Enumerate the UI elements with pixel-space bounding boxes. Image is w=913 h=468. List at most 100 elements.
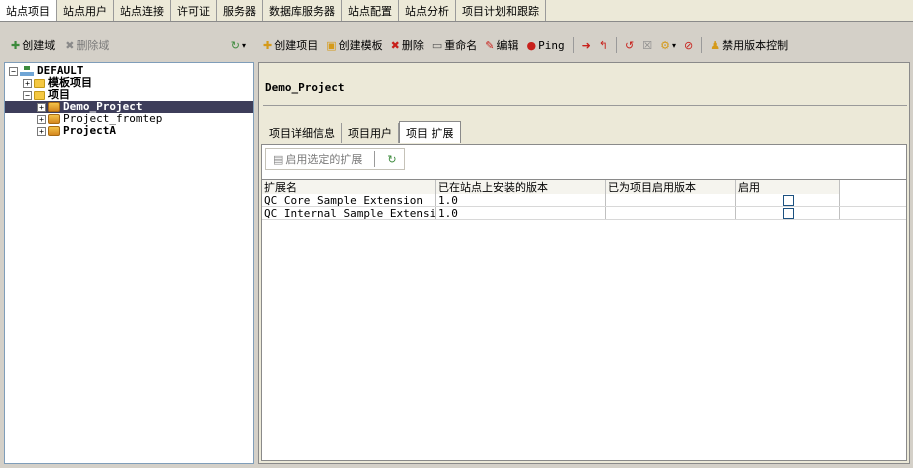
checkbox-icon: ☒	[642, 38, 653, 52]
installed-version: 1.0	[436, 194, 606, 206]
project-tree: − DEFAULT + 模板项目 − 项目 + Demo_Project + P…	[4, 62, 254, 464]
expand-icon[interactable]: +	[37, 102, 46, 112]
tree-node-template-projects[interactable]: + 模板项目	[5, 77, 253, 89]
table-header: 扩展名 已在站点上安装的版本 已为项目启用版本 启用	[262, 180, 906, 194]
domain-icon	[20, 66, 34, 76]
enable-cell	[736, 207, 840, 219]
delete-domain-icon: ✖	[65, 38, 75, 52]
extensions-panel: ▤ 启用选定的扩展 ↻ 扩展名 已在站点上安装的版本 已为项目启用版本 启用 Q…	[261, 144, 907, 461]
column-header[interactable]: 启用	[736, 180, 840, 194]
checkbox-toggle-button[interactable]: ☒	[639, 35, 655, 55]
tab-site-projects[interactable]: 站点项目	[0, 0, 57, 21]
create-domain-icon: ✚	[11, 38, 21, 52]
column-header[interactable]: 已为项目启用版本	[606, 180, 736, 194]
pencil-icon: ✎	[485, 38, 495, 52]
project-toolbar: ✚ 创建项目 ▣ 创建模板 ✖ 删除 ▭ 重命名 ✎ 编辑 ● Ping ➜ ↰…	[258, 32, 910, 58]
tab-site-config[interactable]: 站点配置	[342, 0, 399, 21]
project-icon	[48, 114, 60, 124]
undo-icon: ↺	[625, 38, 635, 52]
rename-icon: ▭	[431, 38, 443, 52]
delete-button[interactable]: ✖ 删除	[388, 35, 427, 55]
enable-checkbox[interactable]	[783, 207, 794, 219]
column-header[interactable]: 扩展名	[262, 180, 436, 194]
create-project-label: 创建项目	[274, 39, 319, 52]
edit-button[interactable]: ✎ 编辑	[482, 35, 521, 55]
chevron-down-icon: ▾	[671, 40, 676, 50]
disable-version-control-button[interactable]: ♟ 禁用版本控制	[707, 35, 791, 55]
refresh-icon: ↻	[387, 152, 397, 166]
folder-icon	[34, 78, 45, 88]
tab-licenses[interactable]: 许可证	[171, 0, 217, 21]
tab-site-analysis[interactable]: 站点分析	[399, 0, 456, 21]
divider	[263, 105, 907, 106]
tab-project-details[interactable]: 项目详细信息	[263, 123, 342, 143]
back-button[interactable]: ↰	[596, 35, 611, 55]
arrow-right-icon: ➜	[581, 38, 591, 52]
tab-db-servers[interactable]: 数据库服务器	[263, 0, 342, 21]
tab-site-users[interactable]: 站点用户	[57, 0, 114, 21]
tab-project-planning[interactable]: 项目计划和跟踪	[456, 0, 546, 21]
rename-label: 重命名	[444, 39, 478, 52]
enabled-version	[606, 194, 736, 206]
tree-node-projecta[interactable]: + ProjectA	[5, 125, 253, 137]
collapse-icon[interactable]: −	[9, 66, 18, 76]
extension-name: QC Internal Sample Extension	[264, 207, 436, 219]
delete-icon: ✖	[390, 38, 400, 52]
project-icon	[48, 126, 60, 136]
tree-node-default[interactable]: − DEFAULT	[5, 65, 253, 77]
enable-checkbox[interactable]	[783, 194, 794, 206]
tab-site-connections[interactable]: 站点连接	[114, 0, 171, 21]
tree-node-project-fromtep[interactable]: + Project_fromtep	[5, 113, 253, 125]
extension-icon: ▤	[273, 152, 284, 166]
expand-icon[interactable]: +	[37, 126, 46, 136]
create-domain-button[interactable]: ✚ 创建域	[8, 35, 58, 55]
edit-label: 编辑	[496, 39, 519, 52]
refresh-button[interactable]: ↻	[384, 149, 399, 169]
folder-open-icon	[34, 90, 45, 100]
ping-button[interactable]: ● Ping	[523, 35, 567, 55]
table-row[interactable]: QC Core Sample Extension 1.0	[262, 194, 906, 207]
chevron-down-icon: ▾	[241, 40, 246, 50]
create-project-button[interactable]: ✚ 创建项目	[260, 35, 321, 55]
ping-icon: ●	[526, 38, 537, 52]
user-lock-icon: ♟	[710, 38, 721, 52]
tools-icon: ⚙	[660, 38, 670, 52]
ping-label: Ping	[538, 38, 565, 52]
table-row[interactable]: QC Internal Sample Extension 1.0	[262, 207, 906, 220]
toolbar-separator	[616, 37, 618, 53]
extensions-toolbar: ▤ 启用选定的扩展 ↻	[265, 148, 405, 170]
refresh-dropdown-button[interactable]: ↻ ▾	[228, 35, 249, 55]
enable-selected-label: 启用选定的扩展	[285, 153, 363, 166]
top-tab-strip: 站点项目 站点用户 站点连接 许可证 服务器 数据库服务器 站点配置 站点分析 …	[0, 0, 913, 22]
toolbar-separator	[572, 37, 574, 53]
extension-name: QC Core Sample Extension	[262, 194, 436, 206]
tab-servers[interactable]: 服务器	[217, 0, 263, 21]
project-sub-tabs: 项目详细信息 项目用户 项目 扩展	[263, 121, 461, 143]
create-template-label: 创建模板	[338, 39, 383, 52]
delete-label: 删除	[401, 39, 424, 52]
project-icon	[48, 102, 60, 112]
expand-icon[interactable]: +	[37, 114, 46, 124]
project-detail-panel: Demo_Project 项目详细信息 项目用户 项目 扩展 ▤ 启用选定的扩展…	[258, 62, 910, 464]
collapse-icon[interactable]: −	[23, 90, 32, 100]
tools-dropdown-button[interactable]: ⚙ ▾	[657, 35, 679, 55]
tab-project-extensions[interactable]: 项目 扩展	[399, 121, 461, 143]
forward-button[interactable]: ➜	[579, 35, 594, 55]
create-domain-label: 创建域	[22, 39, 56, 52]
create-project-icon: ✚	[263, 38, 273, 52]
installed-version: 1.0	[436, 207, 606, 219]
page-title: Demo_Project	[265, 81, 345, 94]
delete-domain-label: 删除域	[76, 39, 110, 52]
create-template-button[interactable]: ▣ 创建模板	[323, 35, 385, 55]
undo-button[interactable]: ↺	[622, 35, 637, 55]
enable-selected-button[interactable]: ▤ 启用选定的扩展	[270, 149, 365, 169]
tab-project-users[interactable]: 项目用户	[342, 123, 399, 143]
delete-domain-button[interactable]: ✖ 删除域	[62, 35, 112, 55]
extensions-table: 扩展名 已在站点上安装的版本 已为项目启用版本 启用 QC Core Sampl…	[262, 179, 906, 460]
disable-version-control-label: 禁用版本控制	[722, 39, 789, 52]
block-button[interactable]: ⊘	[681, 35, 696, 55]
column-header[interactable]: 已在站点上安装的版本	[436, 180, 606, 194]
rename-button[interactable]: ▭ 重命名	[429, 35, 480, 55]
expand-icon[interactable]: +	[23, 78, 32, 88]
toolbar-separator	[374, 151, 376, 167]
